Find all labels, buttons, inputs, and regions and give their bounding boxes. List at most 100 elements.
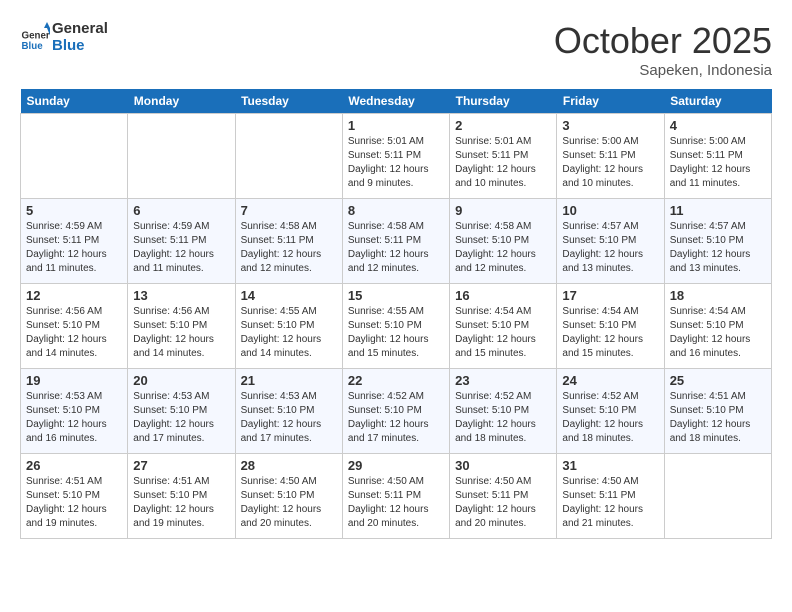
- calendar-cell: 15Sunrise: 4:55 AM Sunset: 5:10 PM Dayli…: [342, 284, 449, 369]
- day-info: Sunrise: 4:53 AM Sunset: 5:10 PM Dayligh…: [241, 390, 337, 446]
- calendar-cell: 11 Sunrise: 4:57 AM Sunset: 5:10 PM Dayli…: [664, 199, 771, 284]
- calendar-cell: 7 Sunrise: 4:58 AM Sunset: 5:11 PM Daylig…: [235, 199, 342, 284]
- calendar-cell: 29Sunrise: 4:50 AM Sunset: 5:11 PM Dayli…: [342, 454, 449, 539]
- day-info: Sunrise: 4:55 AM Sunset: 5:10 PM Dayligh…: [241, 305, 337, 361]
- day-info: Sunrise: 4:50 AM Sunset: 5:11 PM Dayligh…: [348, 475, 444, 531]
- week-row-3: 12 Sunrise: 4:56 AM Sunset: 5:10 PM Dayli…: [21, 284, 772, 369]
- day-info: Sunrise: 5:01 AM Sunset: 5:11 PM Dayligh…: [348, 135, 444, 191]
- title-block: October 2025 Sapeken, Indonesia: [554, 20, 772, 79]
- calendar-cell: [128, 114, 235, 199]
- day-number: 25: [670, 373, 766, 388]
- day-info: Sunrise: 4:59 AM Sunset: 5:11 PM Dayligh…: [26, 220, 122, 276]
- day-number: 3: [562, 118, 658, 133]
- day-number: 27: [133, 458, 229, 473]
- day-info: Sunrise: 5:01 AM Sunset: 5:11 PM Dayligh…: [455, 135, 551, 191]
- calendar-cell: 16Sunrise: 4:54 AM Sunset: 5:10 PM Dayli…: [450, 284, 557, 369]
- day-number: 15: [348, 288, 444, 303]
- day-info: Sunrise: 4:50 AM Sunset: 5:11 PM Dayligh…: [562, 475, 658, 531]
- calendar-cell: 5 Sunrise: 4:59 AM Sunset: 5:11 PM Daylig…: [21, 199, 128, 284]
- day-number: 19: [26, 373, 122, 388]
- day-info: Sunrise: 4:58 AM Sunset: 5:11 PM Dayligh…: [348, 220, 444, 276]
- calendar-cell: 25 Sunrise: 4:51 AM Sunset: 5:10 PM Dayli…: [664, 369, 771, 454]
- day-info: Sunrise: 4:57 AM Sunset: 5:10 PM Dayligh…: [562, 220, 658, 276]
- location: Sapeken, Indonesia: [554, 62, 772, 79]
- calendar-cell: 24 Sunrise: 4:52 AM Sunset: 5:10 PM Dayli…: [557, 369, 664, 454]
- day-number: 2: [455, 118, 551, 133]
- col-header-tuesday: Tuesday: [235, 89, 342, 114]
- calendar-cell: 18 Sunrise: 4:54 AM Sunset: 5:10 PM Dayli…: [664, 284, 771, 369]
- day-number: 23: [455, 373, 551, 388]
- day-number: 26: [26, 458, 122, 473]
- week-row-4: 19 Sunrise: 4:53 AM Sunset: 5:10 PM Dayli…: [21, 369, 772, 454]
- calendar-cell: 13 Sunrise: 4:56 AM Sunset: 5:10 PM Dayli…: [128, 284, 235, 369]
- calendar-cell: 27 Sunrise: 4:51 AM Sunset: 5:10 PM Dayli…: [128, 454, 235, 539]
- col-header-saturday: Saturday: [664, 89, 771, 114]
- day-info: Sunrise: 4:58 AM Sunset: 5:10 PM Dayligh…: [455, 220, 551, 276]
- calendar-cell: 28Sunrise: 4:50 AM Sunset: 5:10 PM Dayli…: [235, 454, 342, 539]
- day-number: 21: [241, 373, 337, 388]
- calendar-table: SundayMondayTuesdayWednesdayThursdayFrid…: [20, 89, 772, 539]
- calendar-cell: 20 Sunrise: 4:53 AM Sunset: 5:10 PM Dayli…: [128, 369, 235, 454]
- day-number: 18: [670, 288, 766, 303]
- month-title: October 2025: [554, 20, 772, 62]
- day-info: Sunrise: 4:56 AM Sunset: 5:10 PM Dayligh…: [133, 305, 229, 361]
- calendar-cell: 3 Sunrise: 5:00 AM Sunset: 5:11 PM Daylig…: [557, 114, 664, 199]
- day-info: Sunrise: 4:54 AM Sunset: 5:10 PM Dayligh…: [670, 305, 766, 361]
- calendar-cell: [235, 114, 342, 199]
- calendar-cell: 10Sunrise: 4:57 AM Sunset: 5:10 PM Dayli…: [557, 199, 664, 284]
- calendar-cell: 9Sunrise: 4:58 AM Sunset: 5:10 PM Daylig…: [450, 199, 557, 284]
- calendar-cell: 19 Sunrise: 4:53 AM Sunset: 5:10 PM Dayli…: [21, 369, 128, 454]
- day-info: Sunrise: 4:54 AM Sunset: 5:10 PM Dayligh…: [455, 305, 551, 361]
- day-info: Sunrise: 4:54 AM Sunset: 5:10 PM Dayligh…: [562, 305, 658, 361]
- svg-text:General: General: [22, 31, 51, 42]
- calendar-cell: 8 Sunrise: 4:58 AM Sunset: 5:11 PM Daylig…: [342, 199, 449, 284]
- day-info: Sunrise: 4:59 AM Sunset: 5:11 PM Dayligh…: [133, 220, 229, 276]
- day-number: 5: [26, 203, 122, 218]
- day-number: 20: [133, 373, 229, 388]
- day-number: 7: [241, 203, 337, 218]
- day-info: Sunrise: 4:57 AM Sunset: 5:10 PM Dayligh…: [670, 220, 766, 276]
- day-number: 1: [348, 118, 444, 133]
- day-number: 14: [241, 288, 337, 303]
- calendar-cell: 30 Sunrise: 4:50 AM Sunset: 5:11 PM Dayli…: [450, 454, 557, 539]
- day-number: 24: [562, 373, 658, 388]
- day-info: Sunrise: 4:52 AM Sunset: 5:10 PM Dayligh…: [562, 390, 658, 446]
- day-info: Sunrise: 4:51 AM Sunset: 5:10 PM Dayligh…: [133, 475, 229, 531]
- week-row-5: 26 Sunrise: 4:51 AM Sunset: 5:10 PM Dayli…: [21, 454, 772, 539]
- col-header-wednesday: Wednesday: [342, 89, 449, 114]
- svg-text:Blue: Blue: [22, 41, 44, 52]
- day-info: Sunrise: 5:00 AM Sunset: 5:11 PM Dayligh…: [670, 135, 766, 191]
- week-row-2: 5 Sunrise: 4:59 AM Sunset: 5:11 PM Daylig…: [21, 199, 772, 284]
- calendar-cell: 14 Sunrise: 4:55 AM Sunset: 5:10 PM Dayli…: [235, 284, 342, 369]
- logo: General Blue General Blue: [20, 20, 108, 55]
- day-info: Sunrise: 4:52 AM Sunset: 5:10 PM Dayligh…: [455, 390, 551, 446]
- day-info: Sunrise: 4:51 AM Sunset: 5:10 PM Dayligh…: [670, 390, 766, 446]
- day-number: 22: [348, 373, 444, 388]
- day-info: Sunrise: 4:53 AM Sunset: 5:10 PM Dayligh…: [133, 390, 229, 446]
- day-info: Sunrise: 4:53 AM Sunset: 5:10 PM Dayligh…: [26, 390, 122, 446]
- logo-icon: General Blue: [20, 22, 50, 52]
- calendar-cell: 17 Sunrise: 4:54 AM Sunset: 5:10 PM Dayli…: [557, 284, 664, 369]
- col-header-monday: Monday: [128, 89, 235, 114]
- day-number: 12: [26, 288, 122, 303]
- day-number: 13: [133, 288, 229, 303]
- day-number: 11: [670, 203, 766, 218]
- calendar-cell: 26Sunrise: 4:51 AM Sunset: 5:10 PM Dayli…: [21, 454, 128, 539]
- calendar-cell: 6Sunrise: 4:59 AM Sunset: 5:11 PM Daylig…: [128, 199, 235, 284]
- week-row-1: 1 Sunrise: 5:01 AM Sunset: 5:11 PM Daylig…: [21, 114, 772, 199]
- day-number: 8: [348, 203, 444, 218]
- calendar-cell: 2 Sunrise: 5:01 AM Sunset: 5:11 PM Daylig…: [450, 114, 557, 199]
- day-info: Sunrise: 4:50 AM Sunset: 5:11 PM Dayligh…: [455, 475, 551, 531]
- calendar-cell: 12Sunrise: 4:56 AM Sunset: 5:10 PM Dayli…: [21, 284, 128, 369]
- calendar-cell: 1 Sunrise: 5:01 AM Sunset: 5:11 PM Daylig…: [342, 114, 449, 199]
- day-number: 17: [562, 288, 658, 303]
- day-info: Sunrise: 4:58 AM Sunset: 5:11 PM Dayligh…: [241, 220, 337, 276]
- day-number: 28: [241, 458, 337, 473]
- day-info: Sunrise: 5:00 AM Sunset: 5:11 PM Dayligh…: [562, 135, 658, 191]
- day-number: 31: [562, 458, 658, 473]
- day-number: 4: [670, 118, 766, 133]
- calendar-cell: 23 Sunrise: 4:52 AM Sunset: 5:10 PM Dayli…: [450, 369, 557, 454]
- page-header: General Blue General Blue October 2025 S…: [20, 20, 772, 79]
- day-number: 30: [455, 458, 551, 473]
- calendar-cell: [21, 114, 128, 199]
